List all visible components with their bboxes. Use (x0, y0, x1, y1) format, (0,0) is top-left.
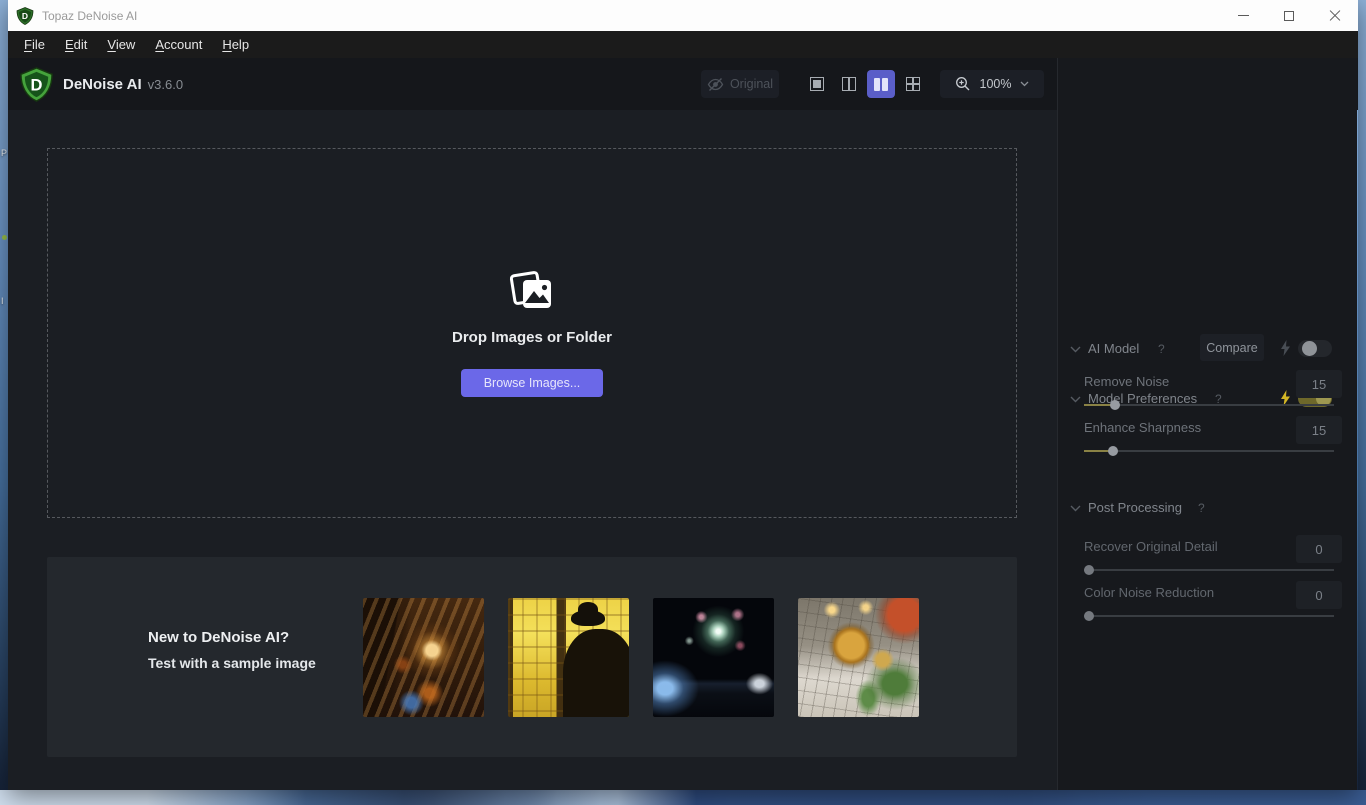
post-processing-section-header[interactable]: Post Processing ? (1058, 498, 1358, 528)
svg-text:D: D (31, 75, 43, 94)
color-noise-reduction-value[interactable]: 0 (1296, 581, 1342, 609)
menu-file[interactable]: File (14, 31, 55, 58)
app-shield-icon: D (16, 6, 34, 25)
close-button[interactable] (1312, 0, 1358, 31)
view-split-button[interactable] (835, 70, 863, 98)
eye-off-icon (707, 77, 724, 91)
zoom-level: 100% (979, 77, 1012, 91)
sample-image-cafe[interactable] (798, 598, 919, 717)
window-title: Topaz DeNoise AI (42, 8, 138, 23)
denoise-logo-icon: D (20, 66, 53, 102)
compare-button[interactable]: Compare (1200, 334, 1264, 361)
desktop-icon-letter: P (1, 148, 8, 158)
recover-original-detail-value[interactable]: 0 (1296, 535, 1342, 563)
desktop-wallpaper-strip (0, 790, 1366, 805)
menu-help[interactable]: Help (212, 31, 259, 58)
chevron-down-icon (1070, 505, 1081, 512)
svg-text:D: D (22, 11, 28, 21)
view-single-button[interactable] (803, 70, 831, 98)
samples-subheading: Test with a sample image (148, 655, 316, 671)
zoom-in-icon (955, 77, 969, 91)
ai-model-label: AI Model (1088, 341, 1140, 356)
split-view-icon (842, 77, 856, 91)
maximize-button[interactable] (1266, 0, 1312, 31)
post-processing-label: Post Processing (1088, 500, 1182, 515)
view-side-by-side-button[interactable] (867, 70, 895, 98)
image-drop-zone[interactable]: Drop Images or Folder Browse Images... (47, 148, 1017, 518)
close-icon (1329, 10, 1341, 22)
menu-account[interactable]: Account (145, 31, 212, 58)
remove-noise-value[interactable]: 15 (1296, 370, 1342, 398)
menubar: File Edit View Account Help (8, 31, 1358, 58)
browse-images-button[interactable]: Browse Images... (461, 368, 603, 397)
zoom-control[interactable]: 100% (940, 70, 1044, 98)
minimize-icon (1237, 15, 1249, 16)
view-quad-button[interactable] (899, 70, 927, 98)
menu-edit[interactable]: Edit (55, 31, 97, 58)
view-mode-group (803, 70, 927, 98)
app-window: D Topaz DeNoise AI File Edit View Accoun… (8, 0, 1358, 790)
lightning-bolt-icon (1281, 340, 1290, 356)
remove-noise-slider[interactable] (1084, 400, 1334, 410)
samples-heading: New to DeNoise AI? (148, 629, 290, 646)
settings-sidebar: AI Model ? Compare Model Preferences ? R… (1057, 58, 1357, 790)
ai-model-auto-toggle[interactable] (1298, 340, 1332, 357)
sample-image-stained-glass[interactable] (508, 598, 629, 717)
original-label: Original (729, 77, 774, 91)
recover-original-detail-slider[interactable] (1084, 565, 1334, 575)
chevron-down-icon (1021, 81, 1029, 87)
post-processing-help-icon[interactable]: ? (1198, 501, 1205, 515)
main-canvas: Drop Images or Folder Browse Images... N… (8, 110, 1057, 790)
color-noise-reduction-slider[interactable] (1084, 611, 1334, 621)
desktop-icon-letter: I (1, 296, 4, 306)
image-stack-icon (509, 270, 551, 308)
maximize-icon (1284, 10, 1294, 21)
samples-panel: New to DeNoise AI? Test with a sample im… (47, 557, 1017, 757)
quad-view-icon (906, 77, 920, 91)
original-preview-button[interactable]: Original (701, 70, 779, 98)
sample-image-lodge-interior[interactable] (363, 598, 484, 717)
minimize-button[interactable] (1220, 0, 1266, 31)
chevron-down-icon (1070, 346, 1081, 353)
desktop-icon-fragment (2, 235, 7, 240)
sample-image-fireworks[interactable] (653, 598, 774, 717)
silhouette-hat (571, 602, 605, 626)
enhance-sharpness-value[interactable]: 15 (1296, 416, 1342, 444)
ai-model-section-header[interactable]: AI Model ? Compare (1058, 334, 1358, 369)
ai-model-help-icon[interactable]: ? (1158, 342, 1165, 356)
chevron-down-icon (1070, 396, 1081, 403)
side-by-side-view-icon (874, 77, 888, 91)
menu-view[interactable]: View (97, 31, 145, 58)
titlebar[interactable]: D Topaz DeNoise AI (8, 0, 1358, 31)
app-version: v3.6.0 (147, 76, 184, 92)
app-name: DeNoise AI (63, 75, 142, 93)
enhance-sharpness-slider[interactable] (1084, 446, 1334, 456)
silhouette-figure (563, 629, 629, 717)
single-view-icon (810, 77, 824, 91)
dropzone-title: Drop Images or Folder (451, 328, 613, 346)
